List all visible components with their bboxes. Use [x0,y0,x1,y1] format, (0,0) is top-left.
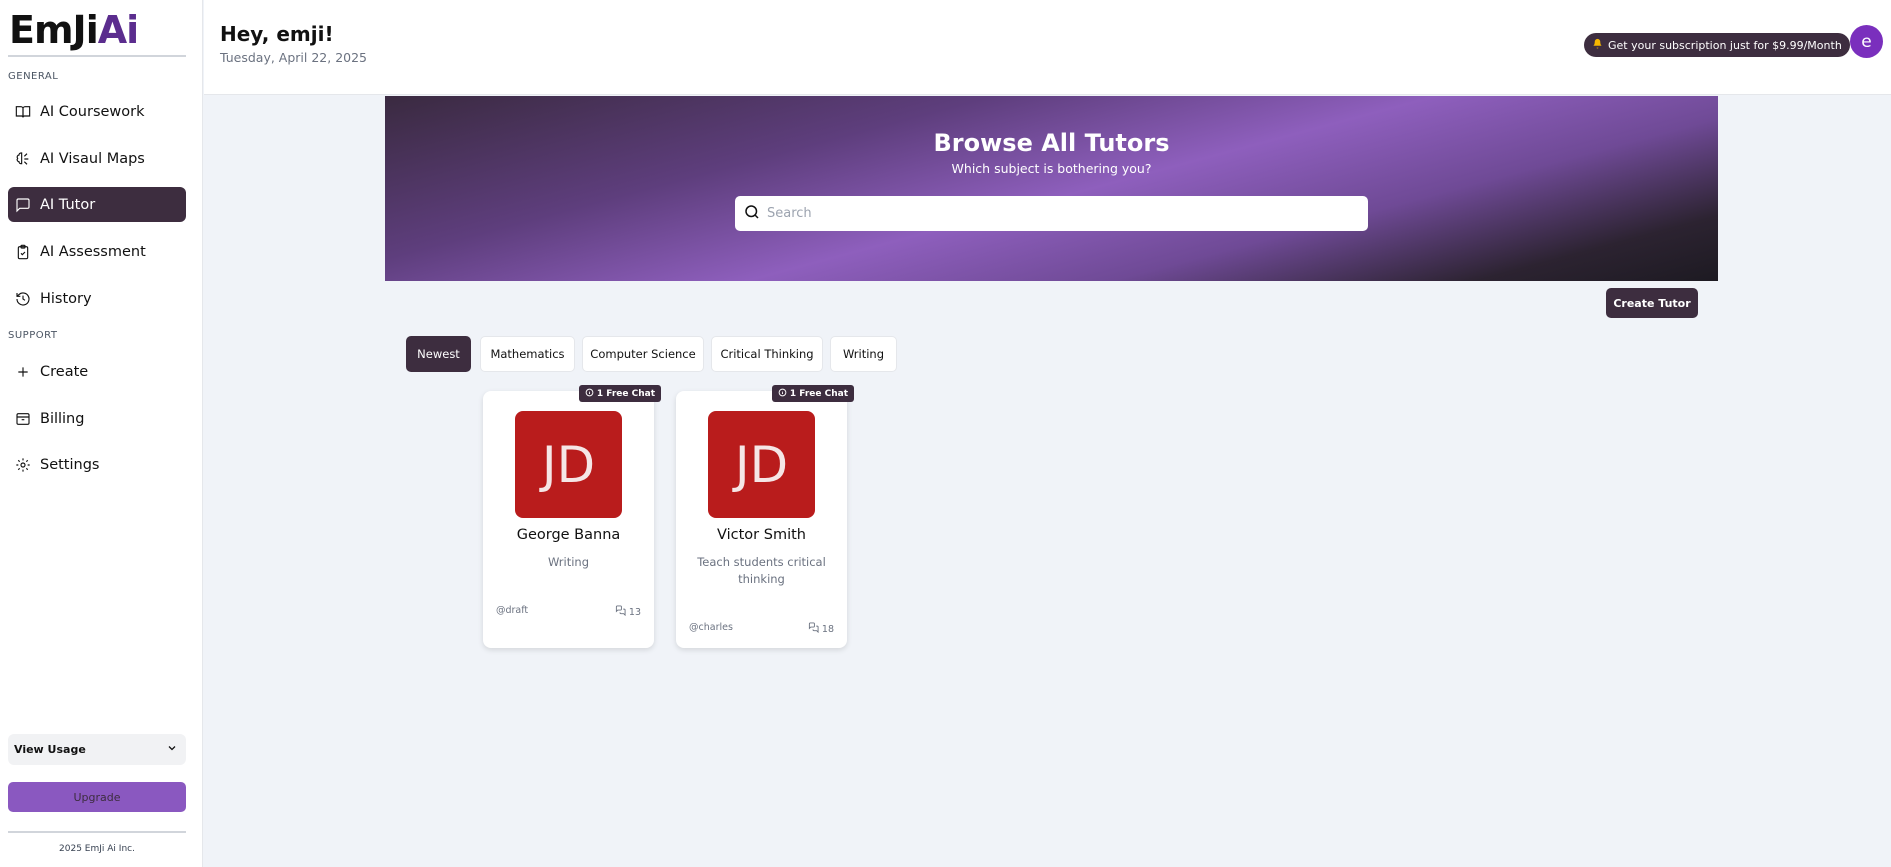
copyright: 2025 EmJi Ai Inc. [59,844,135,854]
tutor-name: Victor Smith [717,527,806,543]
top-header: Hey, emji! Tuesday, April 22, 2025 Get y… [204,0,1891,95]
view-usage-dropdown[interactable]: View Usage [8,734,186,765]
free-chat-badge: 1 Free Chat [578,385,661,402]
plus-icon [14,363,32,381]
brain-icon [14,150,32,168]
tutor-card[interactable]: 1 Free Chat JD Victor Smith Teach studen… [676,385,854,648]
tutor-handle: @charles [689,622,733,633]
page-title: Browse All Tutors [933,129,1170,157]
info-icon [585,388,594,400]
info-icon [778,388,787,400]
page-subtitle: Which subject is bothering you? [951,161,1152,176]
sidebar-item-ai-coursework[interactable]: AI Coursework [8,94,186,129]
tab-newest[interactable]: Newest [406,336,471,372]
tutor-description: Teach students critical thinking [697,555,826,586]
divider [8,55,186,57]
tutor-avatar: JD [515,411,622,518]
section-label-support: SUPPORT [8,330,58,341]
section-label-general: GENERAL [8,71,59,82]
sidebar: EmJiAi GENERAL AI Coursework AI Visaul M… [0,0,203,867]
sidebar-item-ai-tutor[interactable]: AI Tutor [8,187,186,222]
divider [8,831,186,833]
search-icon [743,203,761,225]
clipboard-check-icon [14,243,32,261]
chat-count: 13 [615,605,641,619]
tutor-handle: @draft [496,605,529,616]
browse-banner: Browse All Tutors Which subject is bothe… [385,96,1718,281]
messages-icon [808,622,819,636]
sidebar-item-label: AI Assessment [40,243,146,260]
promo-text: Get your subscription just for $9.99/Mon… [1608,38,1842,52]
search-input[interactable] [767,206,1347,221]
tutor-name: George Banna [516,527,621,543]
sidebar-item-label: Settings [40,456,100,473]
history-icon [14,290,32,308]
book-open-icon [14,103,32,121]
sidebar-item-label: Create [40,363,89,380]
bell-icon [1592,38,1603,52]
upgrade-button[interactable]: Upgrade [8,782,186,812]
subscription-promo-badge[interactable]: Get your subscription just for $9.99/Mon… [1584,33,1850,57]
free-chat-badge: 1 Free Chat [771,385,854,402]
message-square-icon [14,196,32,214]
messages-icon [615,605,626,619]
tab-computer-science[interactable]: Computer Science [582,336,704,372]
tutor-avatar: JD [708,411,815,518]
sidebar-item-label: Billing [40,410,85,427]
tab-critical-thinking[interactable]: Critical Thinking [711,336,823,372]
tab-mathematics[interactable]: Mathematics [480,336,575,372]
create-tutor-button[interactable]: Create Tutor [1606,288,1698,318]
sidebar-item-ai-visual-maps[interactable]: AI Visaul Maps [8,141,186,176]
user-avatar[interactable]: e [1850,25,1883,58]
sidebar-item-history[interactable]: History [8,281,186,316]
sidebar-item-label: AI Tutor [40,196,96,213]
view-usage-label: View Usage [14,743,86,756]
tab-writing[interactable]: Writing [830,336,897,372]
sidebar-item-create[interactable]: Create [8,354,186,389]
sidebar-item-settings[interactable]: Settings [8,447,186,482]
tutor-card[interactable]: 1 Free Chat JD George Banna Writing @dra… [483,385,661,648]
sidebar-item-billing[interactable]: Billing [8,401,186,436]
sidebar-item-label: AI Coursework [40,103,145,120]
sidebar-item-label: AI Visaul Maps [40,150,145,167]
chevron-down-icon [166,742,178,757]
current-date: Tuesday, April 22, 2025 [220,50,368,65]
greeting: Hey, emji! [220,22,334,46]
logo[interactable]: EmJiAi [9,8,139,52]
sidebar-item-ai-assessment[interactable]: AI Assessment [8,234,186,269]
tutor-description: Writing [547,555,590,569]
sidebar-item-label: History [40,290,92,307]
archive-icon [14,410,32,428]
chat-count: 18 [808,622,834,636]
gear-icon [14,456,32,474]
search-box[interactable] [735,196,1368,231]
